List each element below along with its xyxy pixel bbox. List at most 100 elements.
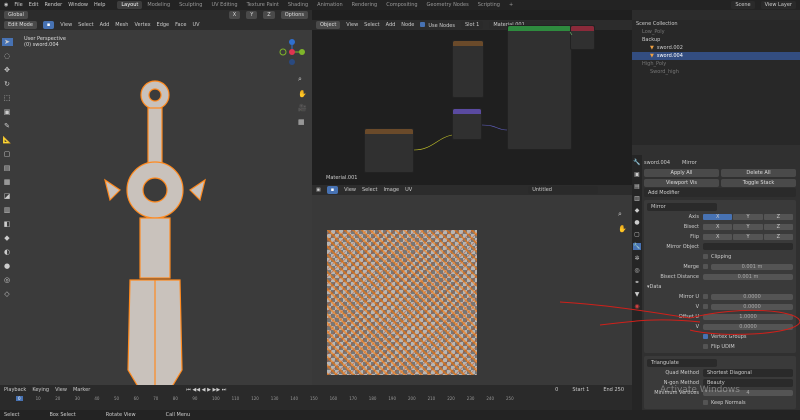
bisect-x[interactable]: X (703, 223, 733, 230)
data-tab-icon[interactable]: ▼ (635, 291, 640, 298)
menu-select[interactable]: Select (78, 22, 93, 28)
playback-controls[interactable]: ⏮ ◀◀ ◀ ▶ ▶▶ ⏭ (186, 387, 226, 393)
uv-sync-icon[interactable]: ▪ (326, 186, 339, 194)
add-workspace-button[interactable]: + (505, 1, 517, 9)
tab-texture-paint[interactable]: Texture Paint (243, 1, 283, 9)
render-tab-icon[interactable]: ▣ (634, 171, 640, 178)
start-frame-field[interactable]: Start 1 (568, 385, 594, 394)
3d-viewport[interactable]: Global X Y Z Options Edit Mode ▪ View Se… (0, 10, 312, 390)
image-name-field[interactable]: Untitled (528, 186, 599, 194)
transform-orientation-dropdown[interactable]: Global (4, 11, 28, 19)
mirror-object-field[interactable] (703, 243, 793, 250)
toggle-stack-button[interactable]: Toggle Stack (721, 178, 796, 187)
menu-mesh[interactable]: Mesh (115, 22, 128, 28)
blender-logo-icon[interactable]: ◉ (4, 2, 8, 8)
menu-add[interactable]: Add (100, 22, 110, 28)
tab-rendering[interactable]: Rendering (348, 1, 382, 9)
flip-y[interactable]: Y (733, 233, 763, 240)
tab-sculpting[interactable]: Sculpting (175, 1, 206, 9)
move-tool-icon[interactable]: ✥ (4, 66, 10, 74)
menu-select[interactable]: Select (362, 187, 377, 193)
menu-edge[interactable]: Edge (157, 22, 170, 28)
bisect-z[interactable]: Z (763, 223, 793, 230)
view-layer-selector[interactable]: View Layer (760, 1, 796, 9)
mirror-v-field[interactable]: 0.0000 (711, 303, 793, 310)
outliner-item[interactable]: Backup (632, 36, 800, 44)
tab-uv-editing[interactable]: UV Editing (207, 1, 241, 9)
image-editor[interactable]: ▣ ▪ View Select Image UV Untitled ⌕ ✋ (312, 185, 632, 385)
clipping-checkbox[interactable]: Clipping (711, 254, 731, 260)
axis-z[interactable]: Z (763, 213, 793, 220)
grid-icon[interactable]: ▦ (298, 118, 307, 126)
add-cube-tool-icon[interactable]: ▢ (4, 150, 11, 158)
axis-z-toggle[interactable]: Z (263, 11, 275, 19)
select-tool-icon[interactable]: ➤ (1, 38, 13, 46)
menu-view[interactable]: View (344, 187, 356, 193)
timeline[interactable]: Playback Keying View Marker ⏮ ◀◀ ◀ ▶ ▶▶ … (0, 385, 632, 410)
data-subpanel-header[interactable]: ▾ Data (647, 282, 793, 291)
tab-scripting[interactable]: Scripting (474, 1, 504, 9)
menu-vertex[interactable]: Vertex (134, 22, 150, 28)
cursor-tool-icon[interactable]: ◌ (4, 52, 10, 60)
flip-z[interactable]: Z (763, 233, 793, 240)
current-frame-field[interactable]: 0 (532, 385, 563, 394)
flip-udim-checkbox[interactable]: Flip UDIM (711, 344, 735, 350)
shrink-tool-icon[interactable]: ◎ (4, 276, 10, 284)
menu-file[interactable]: File (14, 2, 22, 8)
zoom-icon[interactable]: ⌕ (298, 75, 307, 84)
outliner-item-selected[interactable]: ▼ sword.004 (632, 52, 800, 60)
loop-cut-tool-icon[interactable]: ▥ (4, 206, 11, 214)
menu-help[interactable]: Help (94, 2, 105, 8)
camera-icon[interactable]: 🎥 (298, 104, 307, 112)
offset-v-field[interactable]: 0.0000 (703, 323, 793, 330)
navigation-gizmo[interactable] (270, 36, 310, 76)
axis-x[interactable]: X (703, 213, 733, 220)
axis-x-toggle[interactable]: X (228, 11, 241, 19)
viewport-vis-button[interactable]: Viewport Vis (644, 178, 719, 187)
annotate-tool-icon[interactable]: ✎ (4, 122, 10, 130)
menu-window[interactable]: Window (68, 2, 88, 8)
quad-method-dropdown[interactable]: Shortest Diagonal (703, 368, 793, 377)
outliner-item[interactable]: High_Poly (632, 60, 800, 68)
extrude-tool-icon[interactable]: ▤ (4, 164, 11, 172)
menu-uv[interactable]: UV (405, 187, 412, 193)
menu-render[interactable]: Render (44, 2, 62, 8)
polybuild-tool-icon[interactable]: ◆ (4, 234, 9, 242)
outliner-item[interactable]: Scene Collection (632, 20, 800, 28)
modifier-name-field[interactable]: Triangulate (647, 358, 717, 367)
world-tab-icon[interactable]: ● (634, 219, 639, 226)
flip-x[interactable]: X (703, 233, 733, 240)
bisect-distance-field[interactable]: 0.001 m (703, 273, 793, 280)
merge-distance-field[interactable]: 0.001 m (711, 263, 793, 270)
vertex-groups-checkbox[interactable]: Vertex Groups (711, 334, 747, 340)
tab-shading[interactable]: Shading (284, 1, 312, 9)
object-tab-icon[interactable]: ▢ (634, 231, 640, 238)
tab-compositing[interactable]: Compositing (382, 1, 421, 9)
menu-uv[interactable]: UV (192, 22, 199, 28)
keep-normals-checkbox[interactable]: Keep Normals (711, 400, 746, 406)
knife-tool-icon[interactable]: ◧ (4, 220, 11, 228)
options-dropdown[interactable]: Options (280, 11, 308, 19)
scene-tab-icon[interactable]: ◆ (635, 207, 640, 214)
menu-view[interactable]: View (60, 22, 72, 28)
mirror-u-field[interactable]: 0.0000 (711, 293, 793, 300)
spin-tool-icon[interactable]: ◐ (4, 248, 10, 256)
editor-type-icon[interactable]: ▣ (316, 187, 321, 193)
uv-checker-image[interactable] (327, 230, 477, 375)
end-frame-field[interactable]: End 250 (599, 385, 628, 394)
menu-face[interactable]: Face (175, 22, 186, 28)
mode-dropdown[interactable]: Edit Mode (4, 21, 37, 29)
zoom-icon[interactable]: ⌕ (618, 210, 627, 219)
tab-layout[interactable]: Layout (117, 1, 143, 9)
scale-tool-icon[interactable]: ⬚ (4, 94, 11, 102)
delete-all-button[interactable]: Delete All (721, 168, 796, 177)
offset-u-field[interactable]: 1.0000 (703, 313, 793, 320)
physics-tab-icon[interactable]: ◎ (634, 267, 639, 274)
timeline-menu-playback[interactable]: Playback (4, 387, 26, 393)
modifier-tab-icon[interactable]: 🔧 (633, 243, 641, 250)
apply-all-button[interactable]: Apply All (644, 168, 719, 177)
add-modifier-dropdown[interactable]: Add Modifier (644, 188, 796, 197)
sword-mesh[interactable] (100, 70, 210, 390)
rotate-tool-icon[interactable]: ↻ (4, 80, 10, 88)
tab-geometry-nodes[interactable]: Geometry Nodes (423, 1, 473, 9)
